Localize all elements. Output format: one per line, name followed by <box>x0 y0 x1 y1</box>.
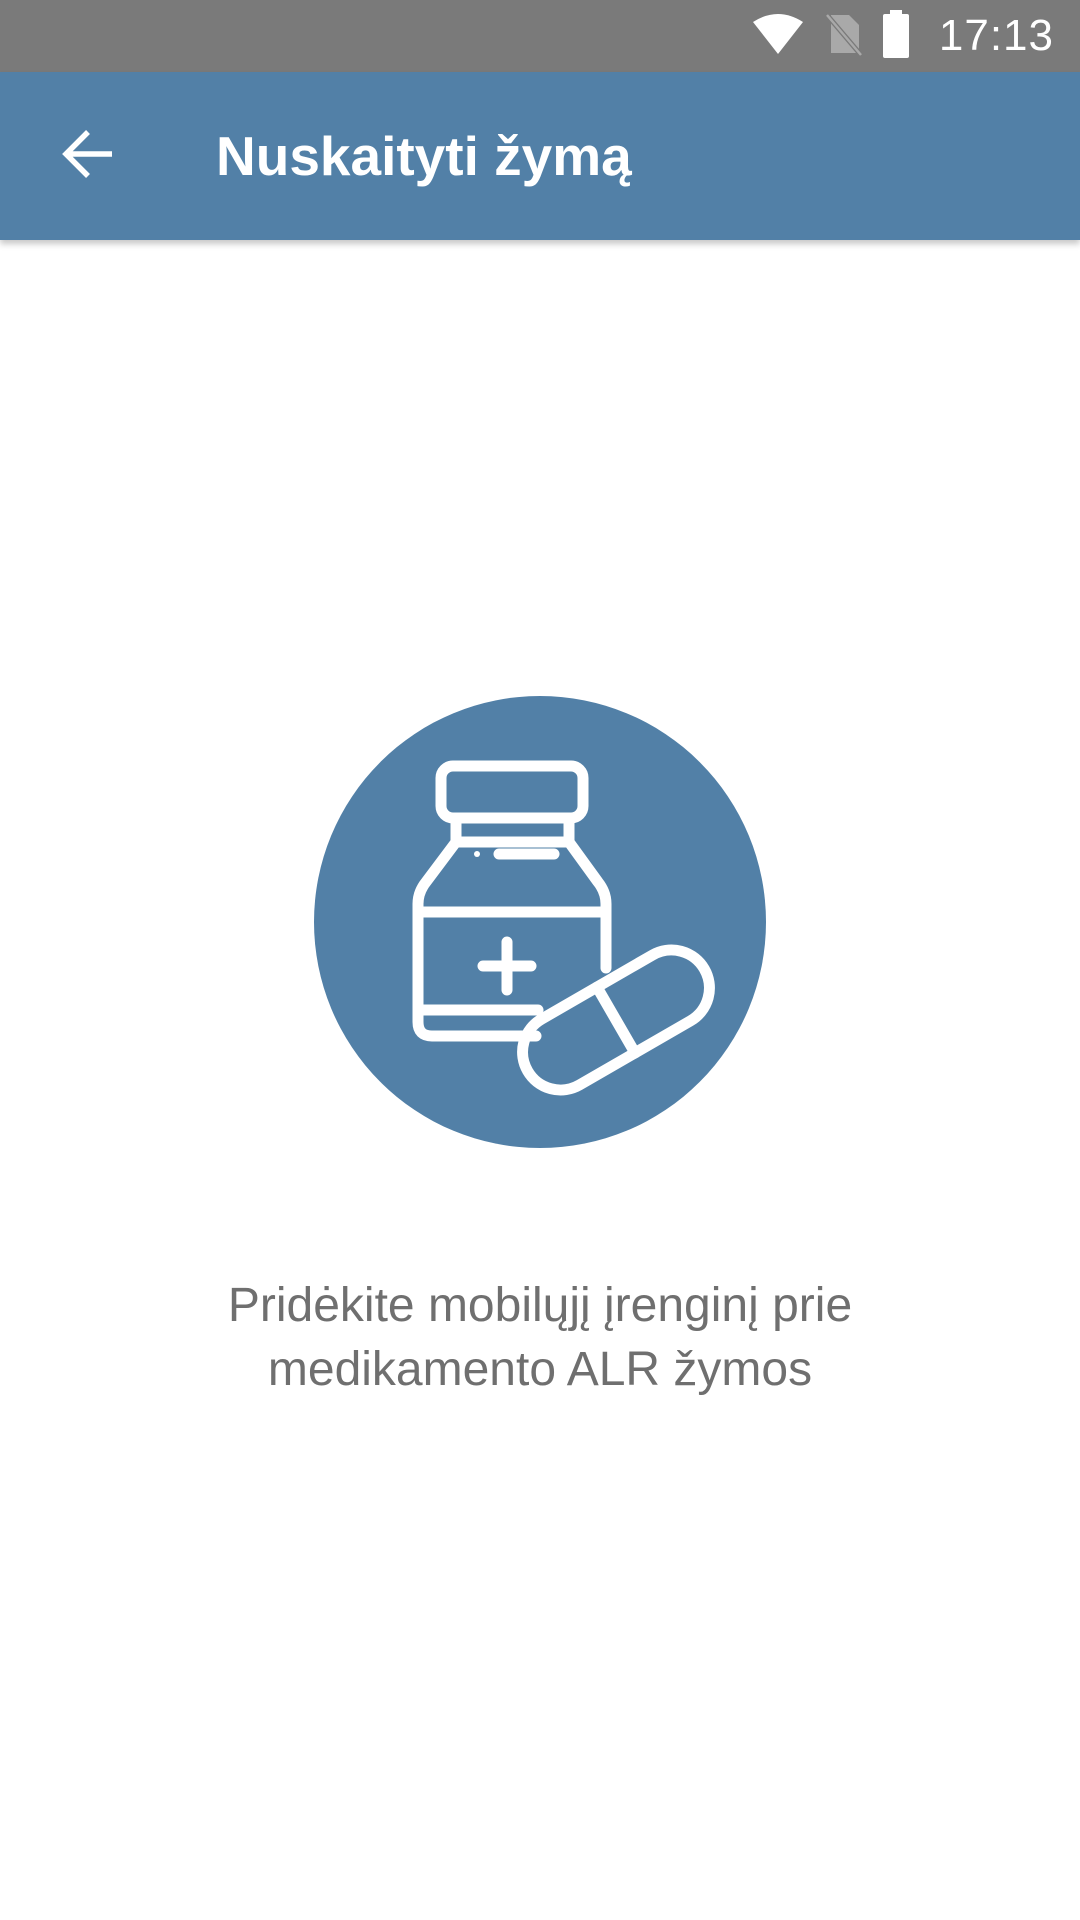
arrow-left-icon <box>60 128 116 185</box>
back-button[interactable] <box>40 108 136 204</box>
status-icons: 17:13 <box>751 0 1054 72</box>
status-time: 17:13 <box>938 11 1054 60</box>
main-content: Pridėkite mobilųjį įrenginį prie medikam… <box>0 240 1080 1920</box>
medicine-bottle-pill-icon <box>412 760 715 1096</box>
instruction-text: Pridėkite mobilųjį įrenginį prie medikam… <box>227 1279 853 1396</box>
battery-icon <box>881 9 911 63</box>
app-bar: Nuskaityti žymą <box>0 72 1080 240</box>
wifi-icon <box>751 12 805 61</box>
page-title: Nuskaityti žymą <box>216 125 632 187</box>
status-bar: 17:13 <box>0 0 1080 72</box>
illustration-circle <box>314 696 766 1148</box>
no-sim-icon <box>823 11 863 62</box>
